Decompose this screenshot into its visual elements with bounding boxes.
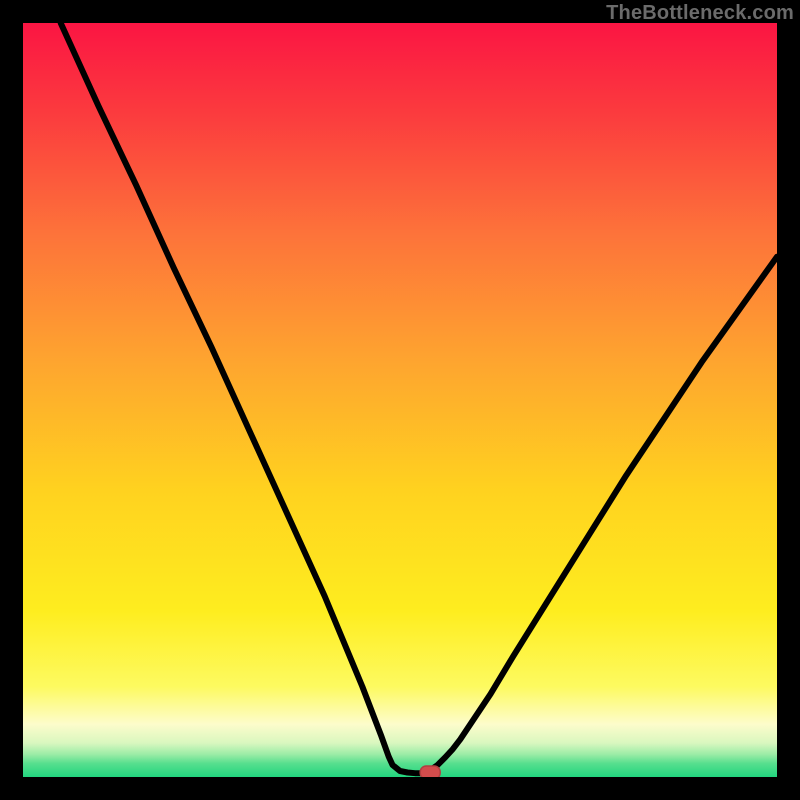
gradient-background <box>23 23 777 777</box>
credit-watermark: TheBottleneck.com <box>606 2 794 25</box>
optimal-point-marker <box>420 766 440 777</box>
chart-svg <box>23 23 777 777</box>
plot-area <box>23 23 777 777</box>
black-frame: TheBottleneck.com <box>0 0 800 800</box>
